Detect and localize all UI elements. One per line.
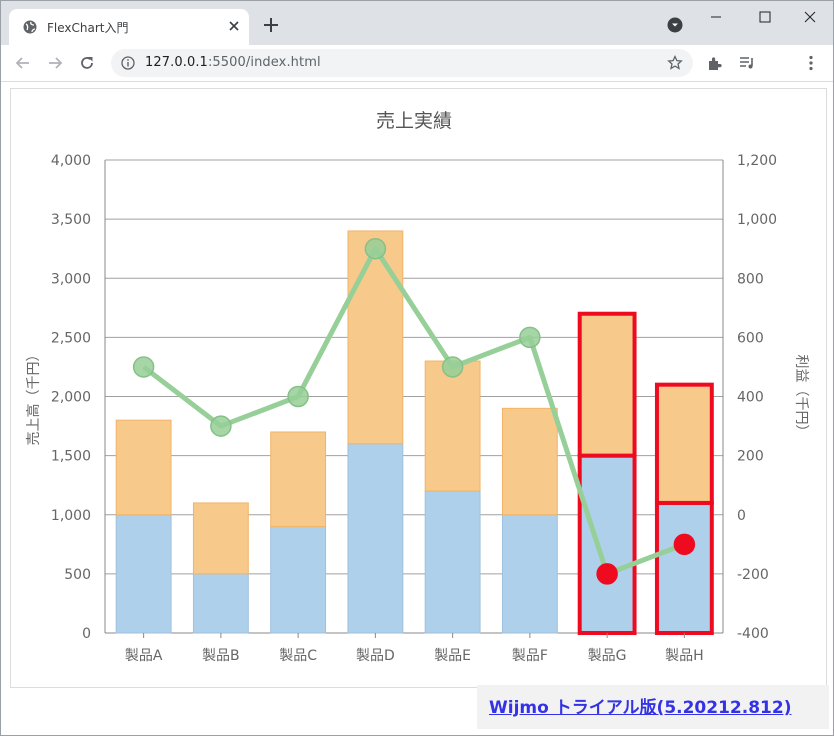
bookmark-star-icon[interactable] [667,55,683,71]
trial-watermark-link[interactable]: Wijmo トライアル版(5.20212.812) [489,693,791,718]
info-icon[interactable] [121,56,135,70]
url-text[interactable]: 127.0.0.1:5500/index.html [145,55,321,70]
browser-toolbar: 127.0.0.1:5500/index.html [1,45,833,82]
close-window-icon[interactable] [787,5,833,29]
reload-icon[interactable] [77,53,97,73]
browser-window: FlexChart入門 127.0.0.1:5500/index.html Wi… [0,0,834,736]
trial-watermark: Wijmo トライアル版(5.20212.812) [477,685,829,729]
back-arrow-icon[interactable] [13,53,33,73]
address-bar[interactable]: 127.0.0.1:5500/index.html [111,49,693,77]
tab-flexchart[interactable]: FlexChart入門 [9,9,249,45]
flexchart-host [10,88,827,688]
maximize-icon[interactable] [741,5,787,29]
minimize-icon[interactable] [693,5,739,29]
extensions-icon[interactable] [705,53,725,73]
tab-bar: FlexChart入門 [1,1,833,45]
new-tab-icon[interactable] [261,15,281,35]
globe-icon [23,20,37,34]
tab-search-icon[interactable] [667,17,683,33]
more-menu-icon[interactable] [801,53,821,73]
close-tab-icon[interactable] [225,17,243,35]
url-path: :5500/index.html [207,55,321,70]
page-content: Wijmo トライアル版(5.20212.812) [1,82,833,735]
forward-arrow-icon[interactable] [45,53,65,73]
tab-title: FlexChart入門 [47,21,129,35]
media-control-icon[interactable] [737,53,757,73]
url-host: 127.0.0.1 [145,55,208,70]
